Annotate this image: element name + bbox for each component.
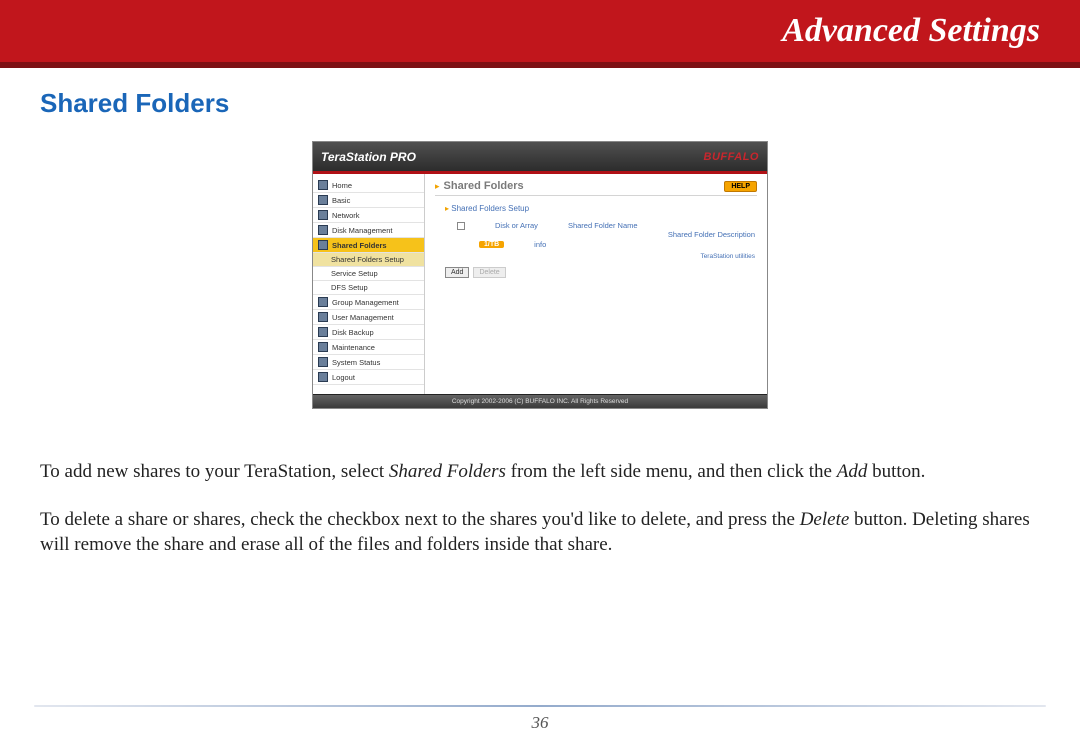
sidebar-item-user-management[interactable]: User Management — [313, 310, 424, 325]
paragraph-2: To delete a share or shares, check the c… — [40, 507, 1040, 558]
sidebar-label: Service Setup — [331, 269, 378, 278]
menu-icon — [318, 357, 328, 367]
delete-button[interactable]: Delete — [473, 267, 505, 278]
cell-disk-value: 1/TB — [479, 241, 504, 248]
sidebar-label: Maintenance — [332, 343, 375, 352]
panel-subtitle: Shared Folders Setup — [435, 202, 757, 219]
sidebar-item-disk-management[interactable]: Disk Management — [313, 223, 424, 238]
menu-icon — [318, 312, 328, 322]
sidebar-item-home[interactable]: Home — [313, 178, 424, 193]
menu-icon — [318, 225, 328, 235]
sidebar-item-service-setup[interactable]: Service Setup — [313, 267, 424, 281]
sidebar-item-dfs-setup[interactable]: DFS Setup — [313, 281, 424, 295]
text: from the left side menu, and then click … — [506, 461, 837, 482]
screenshot-footer: Copyright 2002-2006 (C) BUFFALO INC. All… — [313, 394, 767, 408]
menu-icon — [318, 240, 328, 250]
screenshot-header: TeraStation PRO BUFFALO — [313, 142, 767, 174]
sidebar-item-maintenance[interactable]: Maintenance — [313, 340, 424, 355]
screenshot-main: ▸ Shared Folders HELP Shared Folders Set… — [425, 174, 767, 394]
footer-rule — [34, 705, 1046, 707]
brand-logo-text: BUFFALO — [704, 151, 759, 163]
cell-name-value[interactable]: info — [534, 240, 546, 249]
menu-icon — [318, 210, 328, 220]
sidebar-label: Disk Management — [332, 226, 392, 235]
sidebar-item-disk-backup[interactable]: Disk Backup — [313, 325, 424, 340]
body-text: To add new shares to your TeraStation, s… — [40, 459, 1040, 558]
add-button[interactable]: Add — [445, 267, 469, 278]
sidebar-label: DFS Setup — [331, 283, 368, 292]
text: button. — [867, 461, 925, 482]
sidebar-label: Logout — [332, 373, 355, 382]
col-disk: Disk or Array — [495, 221, 538, 230]
col-name: Shared Folder Name — [568, 221, 638, 230]
screenshot-sidebar: Home Basic Network Disk Management Share… — [313, 174, 425, 394]
help-button[interactable]: HELP — [724, 181, 757, 192]
sidebar-item-basic[interactable]: Basic — [313, 193, 424, 208]
sidebar-label: Home — [332, 181, 352, 190]
text-emph: Delete — [800, 509, 850, 530]
sidebar-item-shared-folders-setup[interactable]: Shared Folders Setup — [313, 253, 424, 267]
menu-icon — [318, 342, 328, 352]
col-description: Shared Folder Description — [668, 230, 755, 239]
text: To add new shares to your TeraStation, s… — [40, 461, 389, 482]
cell-description-value: TeraStation utilities — [668, 239, 755, 260]
menu-icon — [318, 297, 328, 307]
panel-title: Shared Folders — [444, 180, 524, 192]
sidebar-label: Group Management — [332, 298, 399, 307]
sidebar-label: User Management — [332, 313, 394, 322]
sidebar-item-group-management[interactable]: Group Management — [313, 295, 424, 310]
product-logo-text: TeraStation PRO — [321, 150, 416, 164]
embedded-screenshot: TeraStation PRO BUFFALO Home Basic Netwo… — [312, 141, 768, 409]
select-all-checkbox[interactable] — [457, 222, 465, 230]
sidebar-item-logout[interactable]: Logout — [313, 370, 424, 385]
sidebar-label: Network — [332, 211, 360, 220]
sidebar-label: Disk Backup — [332, 328, 374, 337]
sidebar-label: System Status — [332, 358, 380, 367]
banner-title: Advanced Settings — [782, 12, 1040, 50]
text: To delete a share or shares, check the c… — [40, 509, 800, 530]
menu-icon — [318, 180, 328, 190]
text-emph: Shared Folders — [389, 461, 506, 482]
sidebar-label: Basic — [332, 196, 350, 205]
paragraph-1: To add new shares to your TeraStation, s… — [40, 459, 1040, 485]
menu-icon — [318, 327, 328, 337]
sidebar-item-system-status[interactable]: System Status — [313, 355, 424, 370]
sidebar-label: Shared Folders Setup — [331, 255, 404, 264]
menu-icon — [318, 195, 328, 205]
arrow-icon: ▸ — [435, 181, 440, 192]
menu-icon — [318, 372, 328, 382]
sidebar-label: Shared Folders — [332, 241, 387, 250]
text-emph: Add — [837, 461, 868, 482]
page-footer: 36 — [0, 705, 1080, 733]
header-banner: Advanced Settings — [0, 0, 1080, 62]
section-title: Shared Folders — [40, 88, 1040, 119]
sidebar-item-shared-folders[interactable]: Shared Folders — [313, 238, 424, 253]
page-number: 36 — [0, 713, 1080, 733]
sidebar-item-network[interactable]: Network — [313, 208, 424, 223]
